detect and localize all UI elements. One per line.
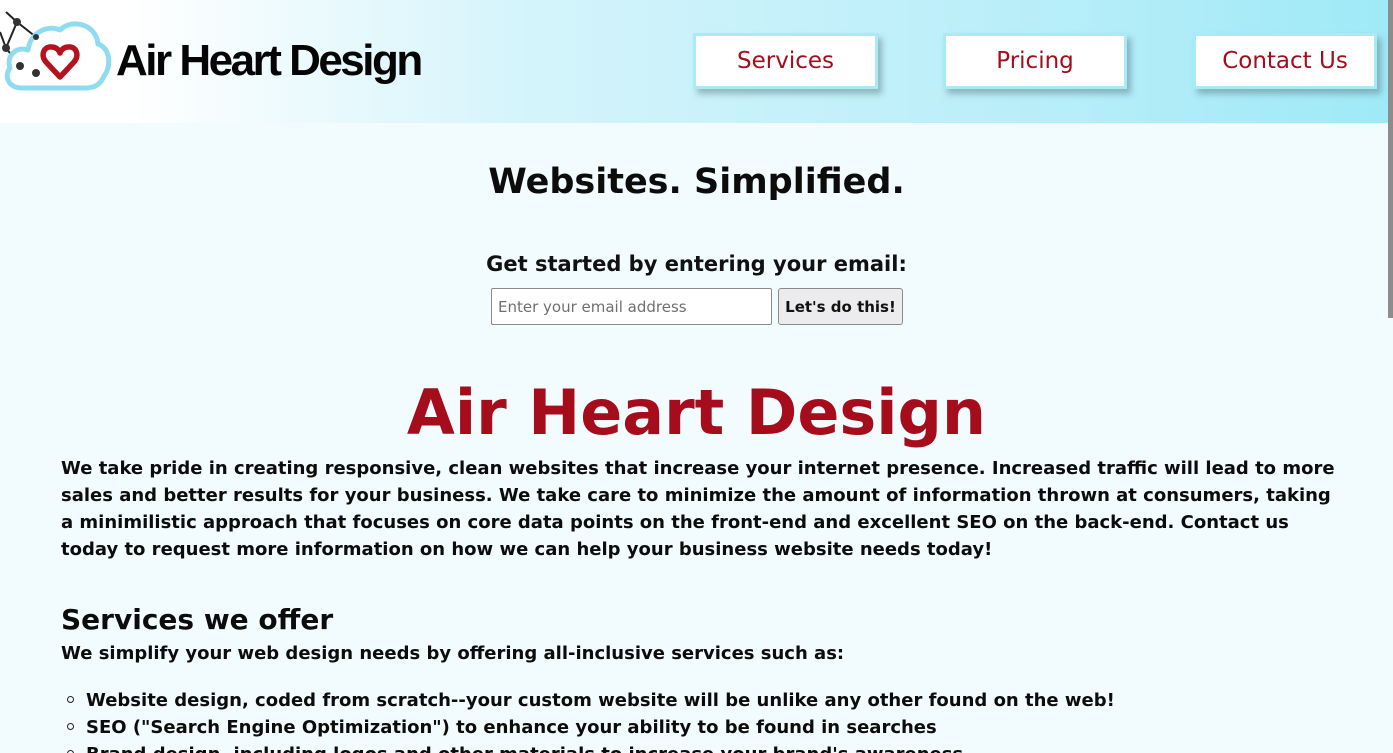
page: Air Heart Design Services Pricing Contac… bbox=[0, 0, 1393, 753]
list-item-label: SEO ("Search Engine Optimization") to en… bbox=[86, 717, 937, 738]
page-tagline: Websites. Simplified. bbox=[488, 162, 905, 202]
nav-services-button[interactable]: Services bbox=[693, 33, 878, 89]
list-item: Brand design, including logos and other … bbox=[66, 741, 1316, 753]
services-heading: Services we offer bbox=[61, 603, 334, 636]
services-list: Website design, coded from scratch--your… bbox=[66, 687, 1316, 753]
circle-bullet-icon bbox=[67, 723, 74, 730]
site-header: Air Heart Design Services Pricing Contac… bbox=[0, 0, 1393, 123]
list-item-label: Brand design, including logos and other … bbox=[86, 744, 963, 753]
list-item: SEO ("Search Engine Optimization") to en… bbox=[66, 714, 1316, 741]
services-subheading: We simplify your web design needs by off… bbox=[61, 643, 845, 664]
list-item: Website design, coded from scratch--your… bbox=[66, 687, 1316, 714]
company-title: Air Heart Design bbox=[406, 376, 987, 449]
email-input[interactable] bbox=[491, 288, 772, 325]
nav-contact-button[interactable]: Contact Us bbox=[1193, 33, 1377, 89]
signup-submit-button[interactable]: Let's do this! bbox=[778, 288, 903, 325]
cloud-heart-network-icon bbox=[0, 11, 112, 91]
site-logo[interactable]: Air Heart Design bbox=[0, 10, 440, 100]
signup-prompt: Get started by entering your email: bbox=[486, 252, 907, 276]
list-item-label: Website design, coded from scratch--your… bbox=[86, 690, 1115, 711]
logo-text: Air Heart Design bbox=[116, 36, 423, 85]
about-paragraph: We take pride in creating responsive, cl… bbox=[61, 458, 1335, 560]
circle-bullet-icon bbox=[67, 696, 74, 703]
nav-pricing-button[interactable]: Pricing bbox=[943, 33, 1127, 89]
